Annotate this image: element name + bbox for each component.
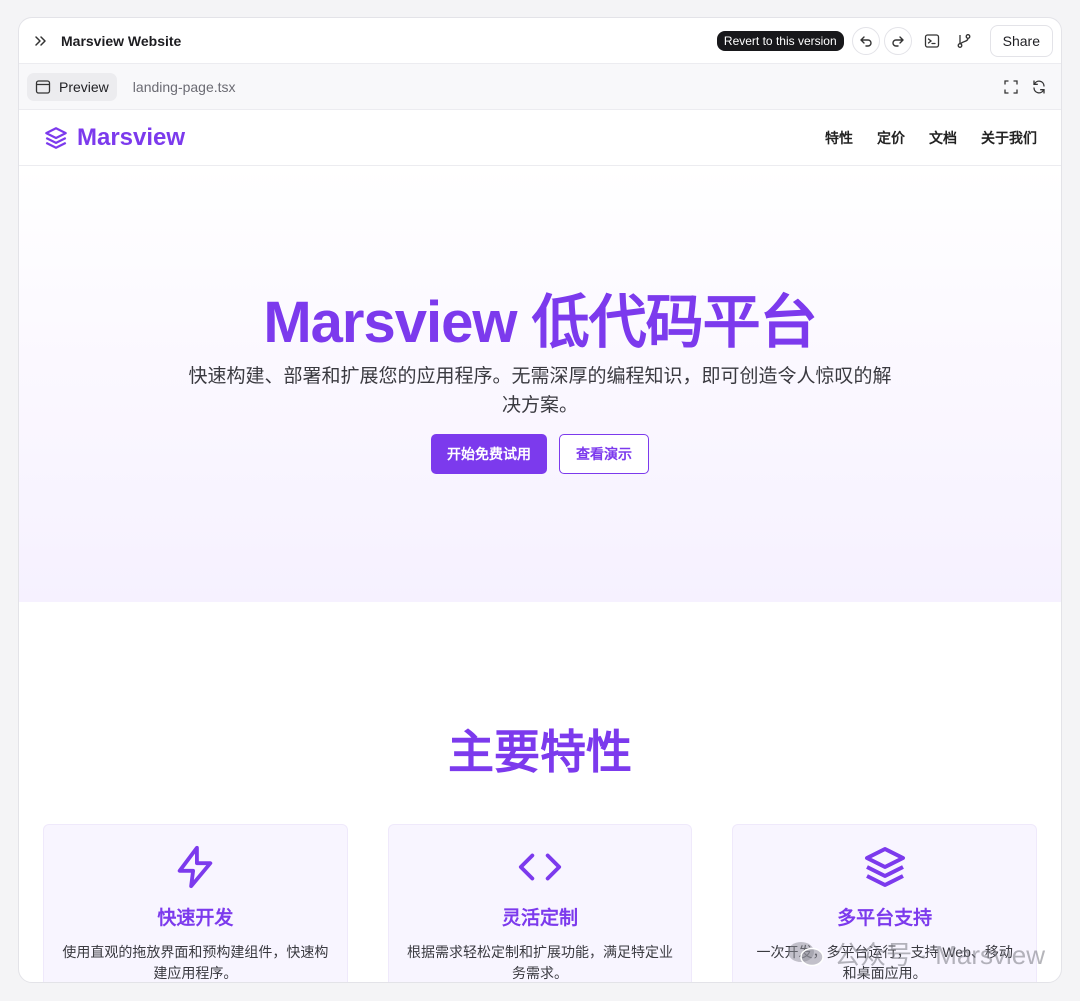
hero-section: Marsview 低代码平台 快速构建、部署和扩展您的应用程序。无需深厚的编程知… bbox=[19, 166, 1061, 602]
hero-subtitle: 快速构建、部署和扩展您的应用程序。无需深厚的编程知识，即可创造令人惊叹的解决方案… bbox=[188, 366, 892, 416]
feature-description: 使用直观的拖放界面和预构建组件，快速构建应用程序。 bbox=[62, 944, 329, 981]
nav-link-pricing[interactable]: 定价 bbox=[877, 128, 905, 148]
tab-bar: Preview landing-page.tsx bbox=[19, 64, 1061, 110]
expand-sidebar-icon[interactable] bbox=[31, 31, 51, 51]
tab-preview-label: Preview bbox=[59, 78, 109, 95]
refresh-icon[interactable] bbox=[1025, 73, 1053, 101]
features-heading: 主要特性 bbox=[448, 726, 632, 778]
top-bar: Marsview Website Revert to this version … bbox=[19, 18, 1061, 64]
watermark-text: 公众号 · Marsview bbox=[834, 940, 1045, 970]
share-button[interactable]: Share bbox=[989, 24, 1053, 57]
app-window: Marsview Website Revert to this version … bbox=[18, 17, 1062, 983]
tab-preview[interactable]: Preview bbox=[27, 72, 117, 101]
feature-card: 灵活定制 根据需求轻松定制和扩展功能，满足特定业务需求。 bbox=[387, 824, 693, 982]
site-nav: Marsview 特性 定价 文档 关于我们 bbox=[19, 110, 1061, 166]
terminal-icon[interactable] bbox=[916, 27, 948, 55]
fullscreen-icon[interactable] bbox=[997, 73, 1025, 101]
feature-title: 快速开发 bbox=[157, 908, 234, 929]
site-logo[interactable]: Marsview bbox=[43, 124, 185, 152]
start-trial-button[interactable]: 开始免费试用 bbox=[431, 434, 547, 474]
nav-link-about[interactable]: 关于我们 bbox=[981, 128, 1037, 148]
view-demo-button[interactable]: 查看演示 bbox=[559, 434, 649, 474]
window-title: Marsview Website bbox=[61, 32, 182, 49]
redo-icon[interactable] bbox=[883, 26, 912, 55]
tab-code-file[interactable]: landing-page.tsx bbox=[133, 79, 236, 95]
code-icon bbox=[389, 843, 692, 891]
nav-link-docs[interactable]: 文档 bbox=[929, 128, 957, 148]
hero-title: Marsview 低代码平台 bbox=[263, 290, 817, 355]
git-branch-icon[interactable] bbox=[948, 27, 980, 55]
layers-icon bbox=[733, 843, 1036, 891]
layers-logo-icon bbox=[45, 126, 67, 149]
brand-name: Marsview bbox=[77, 123, 186, 151]
feature-title: 多平台支持 bbox=[837, 908, 933, 929]
feature-description: 根据需求轻松定制和扩展功能，满足特定业务需求。 bbox=[407, 944, 673, 981]
wechat-icon bbox=[788, 941, 824, 966]
browser-window-icon bbox=[35, 79, 51, 94]
revert-version-button[interactable]: Revert to this version bbox=[716, 30, 844, 51]
watermark: 公众号 · Marsview bbox=[786, 935, 1045, 972]
feature-card: 快速开发 使用直观的拖放界面和预构建组件，快速构建应用程序。 bbox=[43, 824, 348, 982]
nav-link-features[interactable]: 特性 bbox=[825, 128, 853, 148]
lightning-icon bbox=[44, 843, 347, 891]
undo-icon[interactable] bbox=[851, 26, 880, 55]
site-preview: Marsview 特性 定价 文档 关于我们 Marsview 低代码平台 快速… bbox=[19, 110, 1061, 982]
feature-title: 灵活定制 bbox=[502, 908, 579, 929]
